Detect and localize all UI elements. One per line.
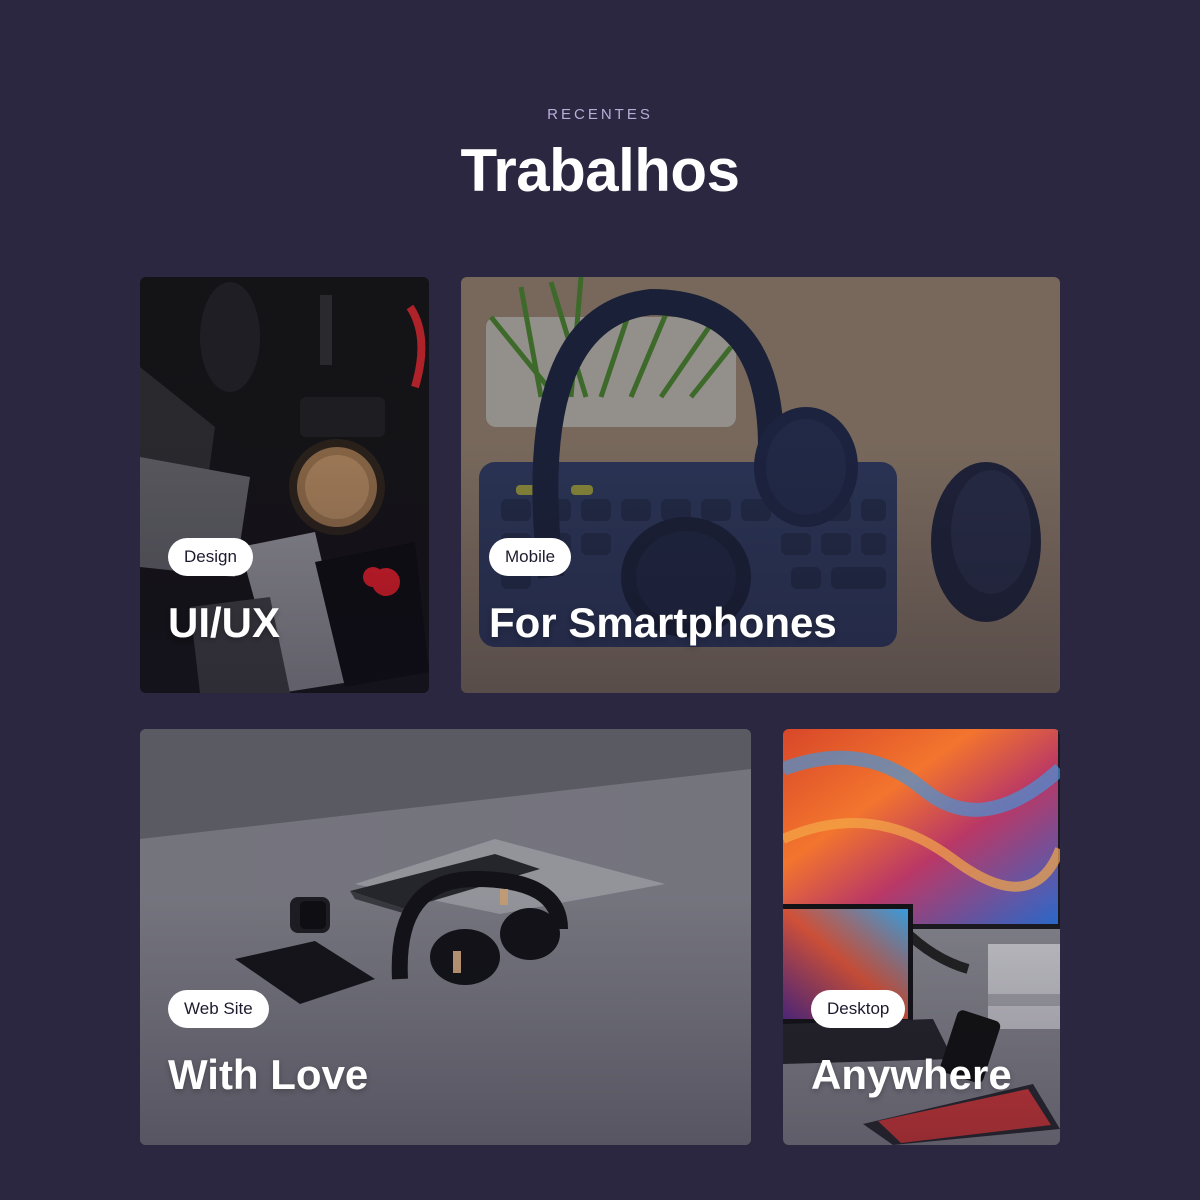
work-card-desktop[interactable]: Desktop Anywhere bbox=[783, 729, 1060, 1145]
work-card-tag: Mobile bbox=[489, 538, 572, 576]
work-card-tag: Design bbox=[168, 538, 253, 576]
work-card-design[interactable]: Design UI/UX bbox=[140, 277, 429, 693]
work-card-title: UI/UX bbox=[168, 599, 281, 646]
work-card-title: With Love bbox=[168, 1051, 369, 1098]
work-card-title: For Smartphones bbox=[489, 599, 837, 646]
work-card-tag: Web Site bbox=[168, 990, 269, 1028]
work-card-web-site[interactable]: Web Site With Love bbox=[140, 729, 751, 1145]
works-section: RECENTES Trabalhos Design UI/UX Mobile F… bbox=[0, 0, 1200, 1200]
work-card-mobile[interactable]: Mobile For Smartphones bbox=[461, 277, 1060, 693]
work-card-title: Anywhere bbox=[811, 1051, 1012, 1098]
work-card-tag: Desktop bbox=[811, 990, 906, 1028]
section-title: Trabalhos bbox=[460, 137, 740, 204]
section-eyebrow: RECENTES bbox=[547, 106, 653, 123]
